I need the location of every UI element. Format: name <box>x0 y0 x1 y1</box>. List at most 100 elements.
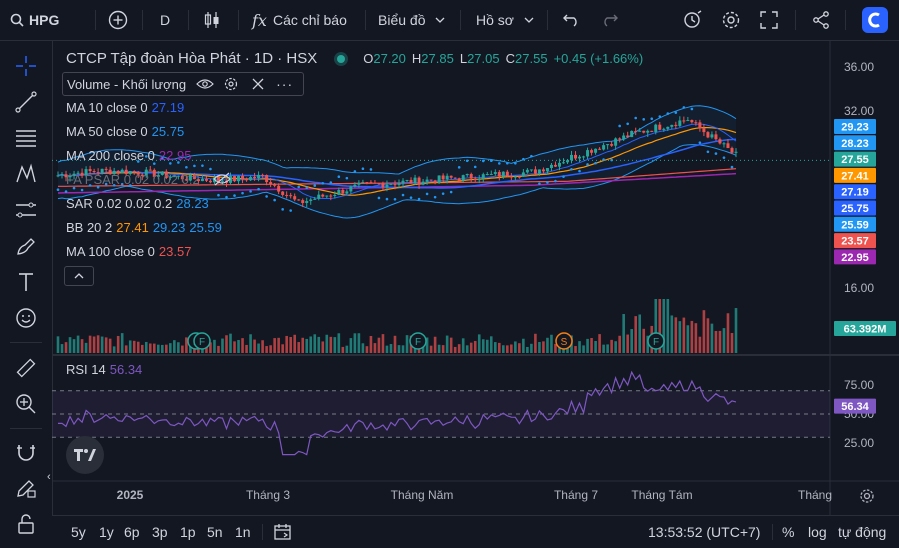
volume-bar <box>485 339 489 353</box>
indicators-button[interactable]: fx Các chỉ báo <box>252 0 347 40</box>
volume-bar <box>401 345 405 353</box>
sar-dot <box>193 164 196 168</box>
share-button[interactable] <box>812 0 830 40</box>
sar-dot <box>273 198 276 202</box>
range-3p[interactable]: 3p <box>152 516 168 548</box>
candle-body <box>369 182 373 184</box>
ma10-legend[interactable]: MA 10 close 0 27.19 <box>66 100 188 115</box>
percent-label: % <box>782 524 795 540</box>
candle-body <box>465 174 469 176</box>
rsi-legend[interactable]: RSI 14 56.34 <box>66 362 146 377</box>
sar-dot <box>594 161 597 165</box>
sar-dot <box>337 175 341 178</box>
sar-legend[interactable]: SAR 0.02 0.02 0.2 28.23 <box>66 196 213 211</box>
ruler-tool[interactable] <box>13 355 39 381</box>
eye-icon[interactable] <box>196 78 214 90</box>
candle-body <box>481 174 485 179</box>
candle-body <box>666 126 670 129</box>
sar-dot <box>377 196 381 200</box>
candle-body <box>485 173 489 175</box>
candle-body <box>694 122 698 124</box>
fullscreen-button[interactable] <box>760 0 778 40</box>
candle-body <box>602 145 606 150</box>
range-1y-label: 1y <box>99 524 114 540</box>
sar-dot <box>506 161 509 165</box>
range-1y[interactable]: 1y <box>99 516 114 548</box>
zoom-tool[interactable] <box>13 391 39 417</box>
volume-bar <box>333 337 337 353</box>
chart-type-button[interactable] <box>203 0 221 40</box>
eye-off-icon[interactable] <box>213 172 232 186</box>
compare-button[interactable] <box>108 0 128 40</box>
ma10-value: 27.19 <box>151 100 185 115</box>
brush-tool[interactable] <box>13 233 39 259</box>
psar-legend[interactable]: FA PSAR 0.02 0.02 0.2 <box>66 172 232 187</box>
prediction-tool[interactable] <box>13 197 39 223</box>
sar-dot <box>233 194 236 197</box>
sar-label: SAR 0.02 0.02 0.2 <box>66 196 173 211</box>
clock-readout[interactable]: 13:53:52 (UTC+7) <box>648 516 760 548</box>
crosshair-tool[interactable] <box>13 53 39 79</box>
range-1n[interactable]: 1n <box>235 516 251 548</box>
volume-bar <box>538 342 541 353</box>
pattern-tool[interactable] <box>13 161 39 187</box>
ma100-legend[interactable]: MA 100 close 0 23.57 <box>66 244 195 259</box>
candle-body <box>646 130 650 133</box>
bb-legend[interactable]: BB 20 2 27.41 29.23 25.59 <box>66 220 226 235</box>
trendline-tool[interactable] <box>13 89 39 115</box>
gear-icon[interactable] <box>224 77 238 91</box>
range-5y[interactable]: 5y <box>71 516 86 548</box>
volume-bar <box>550 334 553 353</box>
candle-body <box>357 182 361 185</box>
candle-body <box>273 184 277 186</box>
more-icon[interactable]: ··· <box>276 76 293 92</box>
close-icon[interactable] <box>252 78 264 90</box>
axis-settings-icon[interactable] <box>860 489 874 503</box>
emoji-tool[interactable] <box>13 305 39 331</box>
ma50-label: MA 50 close 0 <box>66 124 148 139</box>
tv-logo[interactable] <box>66 436 104 474</box>
volume-bar <box>64 342 68 353</box>
volume-bar <box>377 337 381 353</box>
date-range-button[interactable] <box>274 516 294 548</box>
fib-tool[interactable] <box>13 125 39 151</box>
draw-mode-tool[interactable] <box>13 475 39 501</box>
volume-bar <box>453 346 457 353</box>
text-tool[interactable] <box>13 269 39 295</box>
ma200-legend[interactable]: MA 200 close 0 22.95 <box>66 148 195 163</box>
auto-toggle[interactable]: tự động <box>838 516 886 548</box>
alert-button[interactable] <box>683 0 703 40</box>
candle-body <box>373 182 377 184</box>
redo-button[interactable] <box>600 0 618 40</box>
range-6p[interactable]: 6p <box>124 516 140 548</box>
magnet-tool[interactable] <box>13 439 39 465</box>
rsi-tick-label: 75.00 <box>844 378 874 392</box>
rsi-label: RSI 14 <box>66 362 106 377</box>
range-1p[interactable]: 1p <box>180 516 196 548</box>
chart-menu-button[interactable]: Biểu đồ <box>378 0 445 40</box>
symbol-search[interactable]: HPG <box>10 0 59 40</box>
volume-bar <box>325 334 329 353</box>
ma50-legend[interactable]: MA 50 close 0 25.75 <box>66 124 188 139</box>
interval-label: D <box>160 12 171 28</box>
clock-label: 13:53:52 (UTC+7) <box>648 524 761 540</box>
profile-menu-button[interactable]: Hồ sơ <box>476 0 534 40</box>
undo-button[interactable] <box>563 0 581 40</box>
candle-body <box>477 178 481 181</box>
settings-button[interactable] <box>721 0 741 40</box>
percent-toggle[interactable]: % <box>782 516 794 548</box>
log-toggle[interactable]: log <box>808 516 827 548</box>
time-tick-label: Tháng Tám <box>631 488 692 502</box>
lock-tool[interactable] <box>13 511 39 537</box>
volume-legend[interactable]: Volume - Khối lượng ··· <box>62 72 304 96</box>
chevron-down-icon <box>524 17 534 23</box>
range-3p-label: 3p <box>152 524 168 540</box>
volume-bar <box>714 330 718 353</box>
brand-logo[interactable] <box>862 0 888 40</box>
range-5n[interactable]: 5n <box>207 516 223 548</box>
chevron-left-icon[interactable]: ‹ <box>47 471 51 483</box>
interval-button[interactable]: D <box>160 0 170 40</box>
volume-bar <box>670 315 674 353</box>
collapse-legend-button[interactable] <box>64 266 94 286</box>
ohlc-open-label: O <box>363 51 374 66</box>
